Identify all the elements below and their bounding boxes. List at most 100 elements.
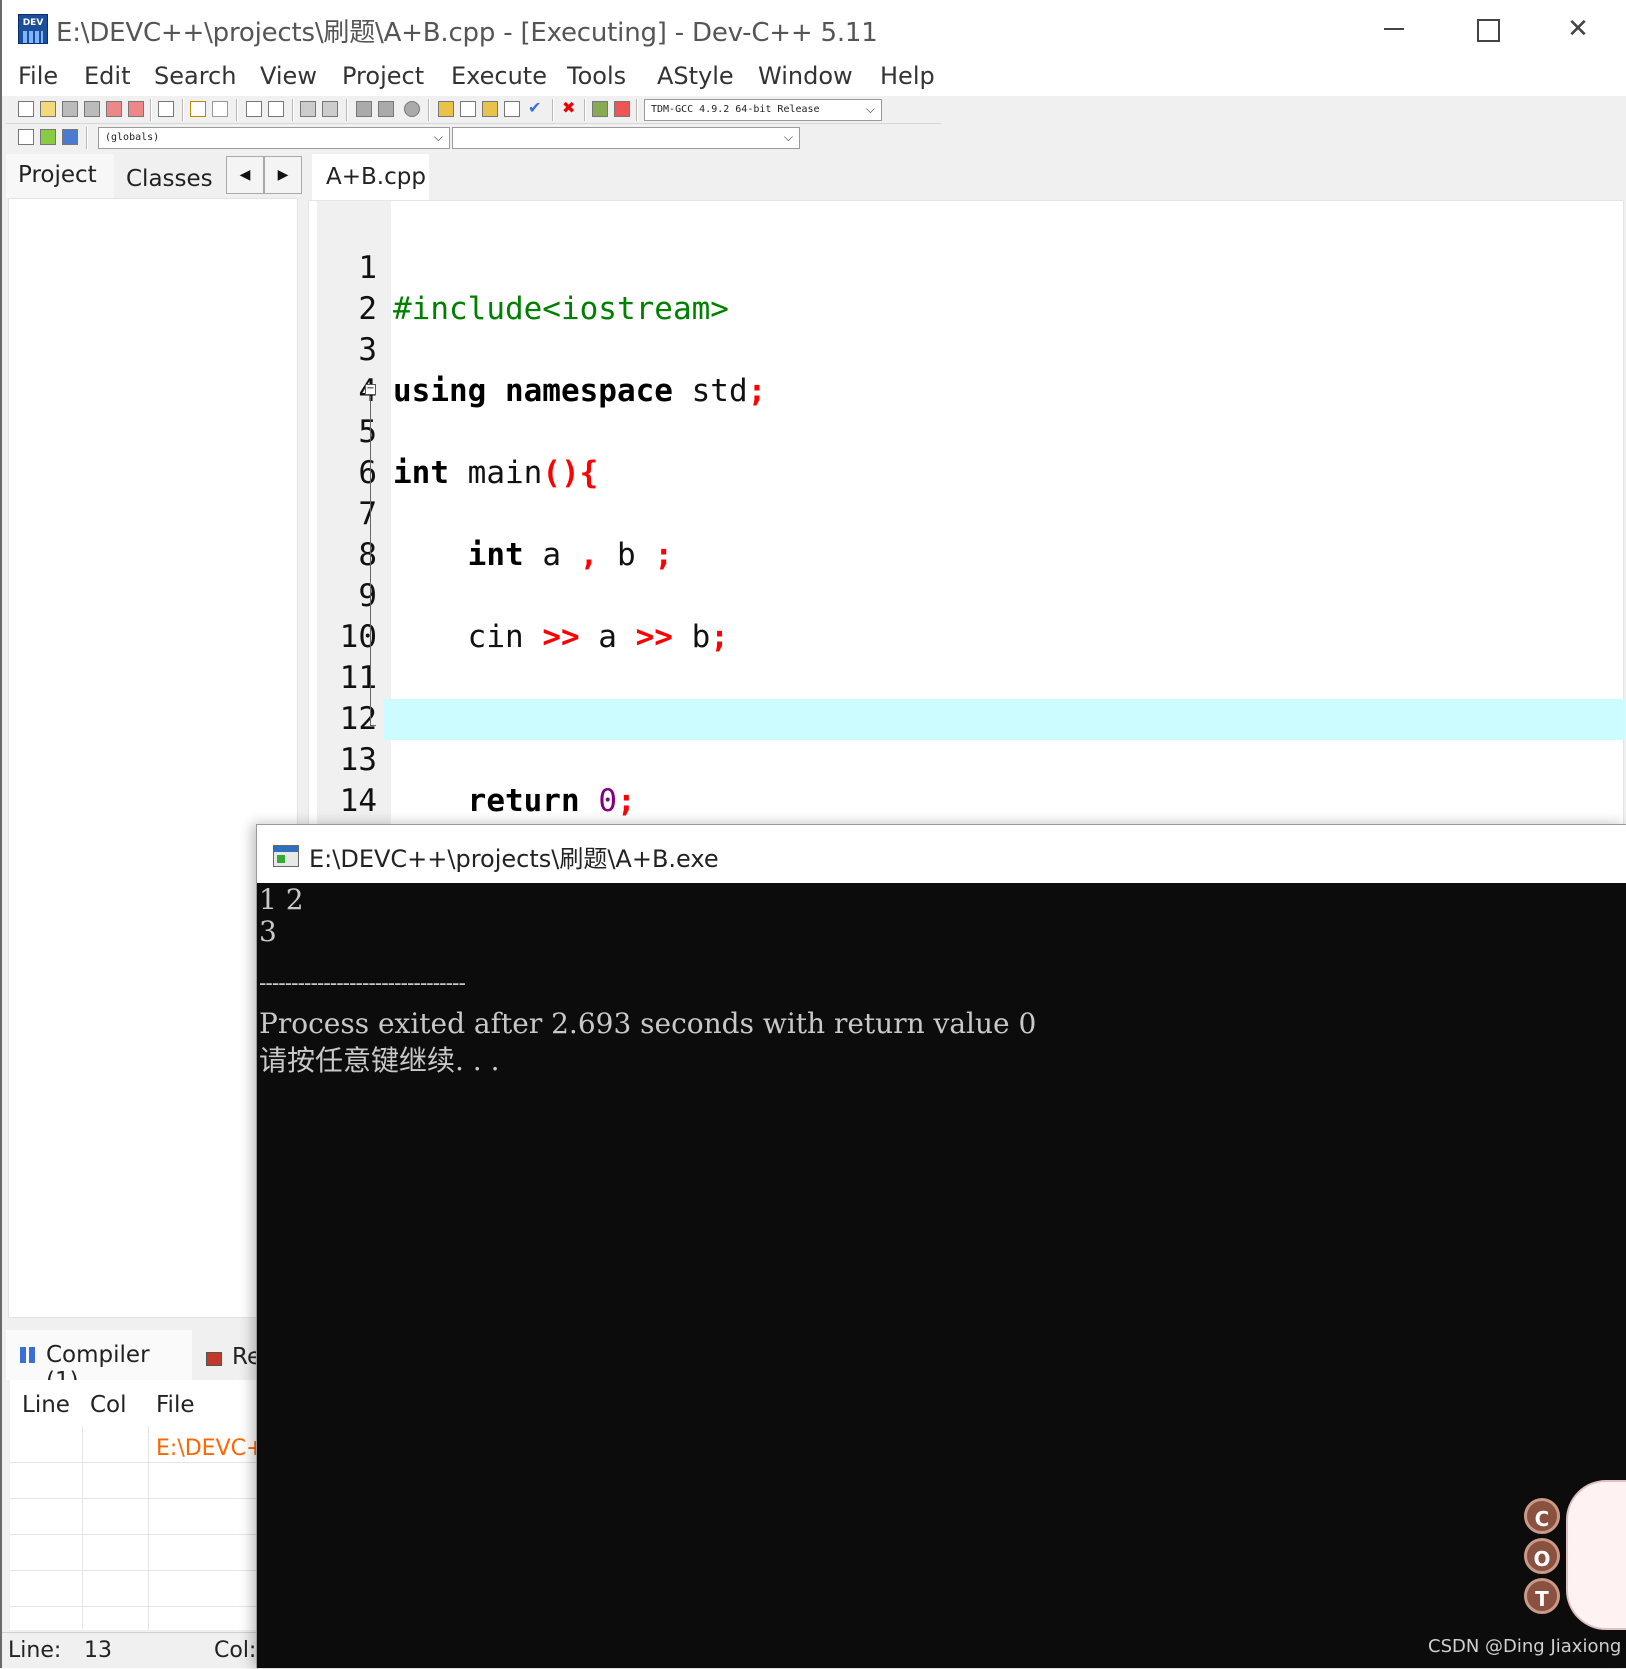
close-all-icon[interactable] [128,101,144,117]
toolbar-separator [346,99,348,121]
toolbar-separator [552,99,554,121]
project-tree-panel[interactable] [8,198,298,1318]
menu-search[interactable]: Search [154,62,236,90]
menu-project[interactable]: Project [342,62,424,90]
toolbar-separator [292,99,294,121]
mascot-badges: C O T [1524,1498,1564,1628]
chevron-down-icon: ⌵ [433,130,443,144]
code-editor[interactable]: 1 #include<iostream> 2 3 using namespace… [308,200,1625,860]
delete-profile-icon[interactable] [614,101,630,117]
code-line: 2 [317,248,1623,327]
row-divider [10,1570,266,1571]
badge-o[interactable]: O [1524,1538,1560,1574]
menu-execute[interactable]: Execute [451,62,547,90]
goto-back-icon[interactable] [356,101,372,117]
tab-compiler[interactable]: Compiler (1) [6,1330,192,1394]
menu-edit[interactable]: Edit [84,62,130,90]
console-output[interactable]: 1 2 3 -------------------------------- P… [257,883,1626,1669]
profile-icon[interactable] [592,101,608,117]
compiler-select[interactable]: TDM-GCC 4.9.2 64-bit Release ⌵ [644,99,882,121]
compiler-messages-table: Line Col File E:\DEVC++\projects\刷题\A+B.… [10,1380,533,1630]
code-line: 9 cin >> a >> b; [317,535,1623,655]
column-header-col[interactable]: Col [90,1392,127,1418]
devcpp-logo-icon: DEV [18,14,48,44]
stop-execution-icon[interactable]: ✖ [562,100,578,117]
run-icon[interactable] [460,101,476,117]
console-window[interactable]: E:\DEVC++\projects\刷题\A+B.exe 1 2 3 ----… [256,824,1626,1668]
goto-bookmark-icon[interactable] [62,129,78,145]
menu-window[interactable]: Window [758,62,853,90]
row-divider [10,1606,266,1607]
tab-classes[interactable]: Classes [114,158,214,198]
new-file-icon[interactable] [18,101,34,117]
status-line-value: 13 [84,1638,112,1663]
function-select[interactable]: ⌵ [452,127,800,149]
scope-select[interactable]: (globals) ⌵ [98,127,450,149]
print-icon[interactable] [158,101,174,117]
menu-view[interactable]: View [260,62,317,90]
badge-c[interactable]: C [1524,1498,1560,1534]
code-line: 13 return 0; [317,699,1623,819]
rebuild-icon[interactable] [504,101,520,117]
code-line: 10 [317,576,1623,655]
fold-guide-end [370,725,376,726]
menu-help[interactable]: Help [880,62,935,90]
save-all-icon[interactable] [84,101,100,117]
toolbar-separator [636,99,638,121]
toggle-bookmark-icon[interactable] [40,129,56,145]
toolbar-separator [150,99,152,121]
tab-editor-file[interactable]: A+B.cpp [312,154,429,200]
redo-icon[interactable] [212,101,228,117]
open-file-icon[interactable] [40,101,56,117]
console-separator-line: -------------------------------- [259,971,466,996]
scope-select-value: (globals) [105,132,160,143]
column-header-line[interactable]: Line [22,1392,70,1418]
tab-project[interactable]: Project [6,154,114,198]
insert-icon[interactable] [18,129,34,145]
badge-t[interactable]: T [1524,1578,1560,1614]
console-line: 3 [259,915,277,948]
row-divider [10,1534,266,1535]
console-line: 请按任意键继续. . . [259,1044,500,1077]
maximize-button[interactable] [1440,0,1532,58]
code-line: 11 cout << a + b << endl; [317,617,1623,737]
compile-icon[interactable] [438,101,454,117]
undo-icon[interactable] [190,101,206,117]
bottom-panel: Compiler (1) Resources Line Col File E:\… [6,1330,533,1630]
tab-prev-button[interactable]: ◀ [226,156,264,194]
column-header-file[interactable]: File [156,1392,195,1418]
toolbar-separator [584,99,586,121]
unindent-icon[interactable] [322,101,338,117]
toolbar-separator [428,99,430,121]
code-line: 12 [317,658,1623,737]
code-line: 7 int a , b ; [317,453,1623,573]
find-icon[interactable] [246,101,262,117]
close-file-icon[interactable] [106,101,122,117]
watermark: CSDN @Ding Jiaxiong [1428,1636,1622,1657]
indent-icon[interactable] [300,101,316,117]
menu-bar: File Edit Search View Project Execute To… [2,58,1626,96]
goto-forward-icon[interactable] [378,101,394,117]
menu-tools[interactable]: Tools [567,62,626,90]
close-button[interactable]: ✕ [1532,0,1624,58]
menu-file[interactable]: File [18,62,58,90]
fold-toggle-icon[interactable]: − [365,384,376,395]
line-number: 14 [339,783,377,819]
code-line: 4 [317,330,1623,409]
compile-run-icon[interactable] [482,101,498,117]
menu-astyle[interactable]: AStyle [657,62,734,90]
save-icon[interactable] [62,101,78,117]
syntax-check-icon[interactable]: ✔ [528,100,544,117]
tab-next-button[interactable]: ▶ [264,156,302,194]
replace-icon[interactable] [268,101,284,117]
row-divider [10,1498,266,1499]
mascot-image [1566,1480,1626,1630]
minimize-button[interactable] [1348,0,1440,58]
bookmark-icon[interactable] [404,101,420,117]
class-toolbar: (globals) ⌵ ⌵ [6,124,801,152]
column-divider [148,1426,149,1630]
chevron-down-icon: ⌵ [783,130,793,144]
column-divider [82,1426,83,1630]
toolbar-separator [236,99,238,121]
console-title-bar[interactable]: E:\DEVC++\projects\刷题\A+B.exe [257,825,1626,883]
